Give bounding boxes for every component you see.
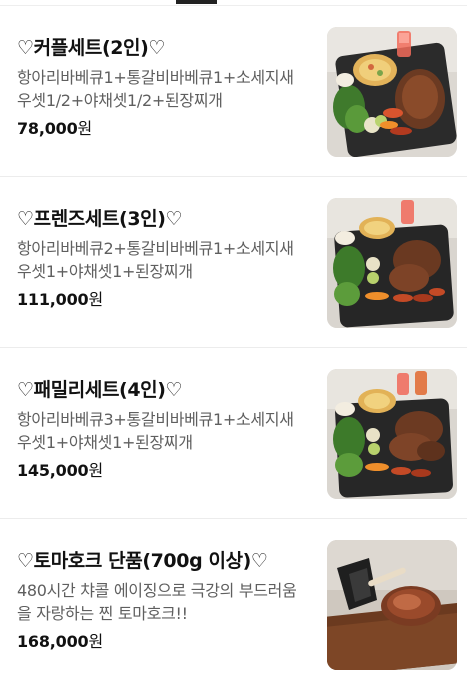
menu-item-friends-set[interactable]: ♡프렌즈세트(3인)♡ 항아리바베큐2+통갈비바베큐1+소세지새우셋1+야채셋1… <box>0 177 467 348</box>
price-amount: 111,000 <box>17 290 89 309</box>
price-amount: 168,000 <box>17 632 89 651</box>
menu-item-price: 111,000원 <box>17 289 305 311</box>
menu-item-info: ♡프렌즈세트(3인)♡ 항아리바베큐2+통갈비바베큐1+소세지새우셋1+야채셋1… <box>17 206 305 311</box>
active-tab-indicator <box>176 0 217 4</box>
menu-list: ♡커플세트(2인)♡ 항아리바베큐1+통갈비바베큐1+소세지새우셋1/2+야채셋… <box>0 6 467 690</box>
family-set-bbq-photo[interactable] <box>327 369 457 499</box>
menu-item-price: 145,000원 <box>17 460 305 482</box>
menu-item-tomahawk[interactable]: ♡토마호크 단품(700g 이상)♡ 480시간 챠콜 에이징으로 극강의 부드… <box>0 519 467 690</box>
menu-item-family-set[interactable]: ♡패밀리세트(4인)♡ 항아리바베큐3+통갈비바베큐1+소세지새우셋1+야채셋1… <box>0 348 467 519</box>
menu-item-title: ♡패밀리세트(4인)♡ <box>17 379 183 401</box>
menu-item-info: ♡패밀리세트(4인)♡ 항아리바베큐3+통갈비바베큐1+소세지새우셋1+야채셋1… <box>17 377 305 482</box>
menu-item-description: 항아리바베큐2+통갈비바베큐1+소세지새우셋1+야채셋1+된장찌개 <box>17 239 294 281</box>
price-amount: 145,000 <box>17 461 89 480</box>
menu-item-description: 항아리바베큐1+통갈비바베큐1+소세지새우셋1/2+야채셋1/2+된장찌개 <box>17 68 294 110</box>
couple-set-bbq-photo[interactable] <box>327 27 457 157</box>
menu-item-couple-set[interactable]: ♡커플세트(2인)♡ 항아리바베큐1+통갈비바베큐1+소세지새우셋1/2+야채셋… <box>0 6 467 177</box>
friends-set-bbq-photo[interactable] <box>327 198 457 328</box>
menu-item-description: 480시간 챠콜 에이징으로 극강의 부드러움을 자랑하는 찐 토마호크!! <box>17 581 297 623</box>
price-currency: 원 <box>88 290 104 309</box>
price-currency: 원 <box>88 632 104 651</box>
price-amount: 78,000 <box>17 119 78 138</box>
menu-item-price: 168,000원 <box>17 631 305 653</box>
menu-item-title: ♡커플세트(2인)♡ <box>17 37 166 59</box>
menu-item-title: ♡토마호크 단품(700g 이상)♡ <box>17 550 268 572</box>
menu-item-title: ♡프렌즈세트(3인)♡ <box>17 208 183 230</box>
menu-item-info: ♡토마호크 단품(700g 이상)♡ 480시간 챠콜 에이징으로 극강의 부드… <box>17 548 305 653</box>
menu-item-description: 항아리바베큐3+통갈비바베큐1+소세지새우셋1+야채셋1+된장찌개 <box>17 410 294 452</box>
menu-item-price: 78,000원 <box>17 118 305 140</box>
menu-item-info: ♡커플세트(2인)♡ 항아리바베큐1+통갈비바베큐1+소세지새우셋1/2+야채셋… <box>17 35 305 140</box>
price-currency: 원 <box>88 461 104 480</box>
tomahawk-steak-photo[interactable] <box>327 540 457 670</box>
price-currency: 원 <box>77 119 93 138</box>
